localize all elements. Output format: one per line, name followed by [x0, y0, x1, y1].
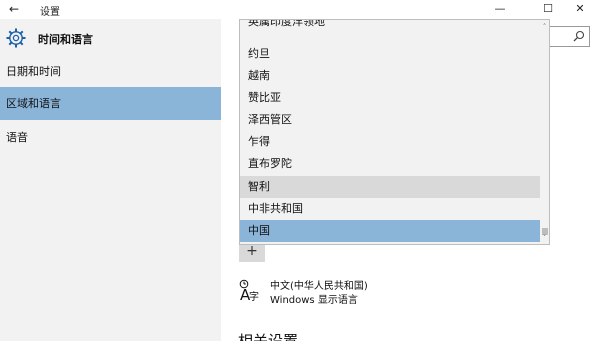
dropdown-item[interactable]: 赞比亚: [240, 87, 541, 109]
dropdown-item[interactable]: 乍得: [240, 131, 541, 153]
nav-item-region-language[interactable]: 区域和语言: [0, 87, 221, 120]
nav-header-title: 时间和语言: [38, 33, 93, 46]
dropdown-item[interactable]: 直布罗陀: [240, 153, 541, 175]
language-icon: A 字: [239, 279, 259, 303]
dropdown-item-hovered[interactable]: 智利: [240, 176, 541, 198]
dropdown-item[interactable]: 约旦: [240, 43, 541, 65]
nav-header: 时间和语言: [0, 19, 221, 57]
dropdown-scrollbar[interactable]: ˄ ˅: [540, 20, 549, 244]
dropdown-item[interactable]: 中非共和国: [240, 198, 541, 220]
close-button[interactable]: ✕: [560, 0, 600, 19]
dropdown-item[interactable]: 英属印度洋领地: [240, 20, 541, 32]
svg-text:字: 字: [249, 290, 259, 303]
scroll-up-icon[interactable]: ˄: [540, 23, 549, 31]
back-button[interactable]: ←: [6, 1, 22, 17]
related-settings-heading: 相关设置: [238, 332, 299, 341]
language-name[interactable]: 中文(中华人民共和国): [270, 277, 368, 292]
minimize-button[interactable]: —: [480, 0, 520, 19]
dropdown-item[interactable]: 越南: [240, 65, 541, 87]
search-icon[interactable]: [573, 30, 585, 42]
gear-icon: [6, 28, 26, 48]
title-bar: ← 设置 — ☐ ✕: [0, 0, 600, 19]
navigation-pane: 时间和语言 日期和时间 区域和语言 语音: [0, 19, 221, 341]
nav-item-speech[interactable]: 语音: [0, 121, 221, 154]
add-language-button[interactable]: +: [239, 244, 265, 262]
dropdown-item[interactable]: 泽西管区: [240, 109, 541, 131]
country-dropdown-list[interactable]: 英属印度洋领地 约旦 越南 赞比亚 泽西管区 乍得 直布罗陀 智利 中非共和国 …: [239, 19, 550, 245]
scroll-down-icon[interactable]: ˅: [540, 234, 549, 242]
language-description: Windows 显示语言: [270, 295, 358, 306]
nav-item-date-time[interactable]: 日期和时间: [0, 55, 221, 88]
window-title: 设置: [40, 7, 60, 18]
dropdown-item-selected[interactable]: 中国: [240, 220, 541, 242]
